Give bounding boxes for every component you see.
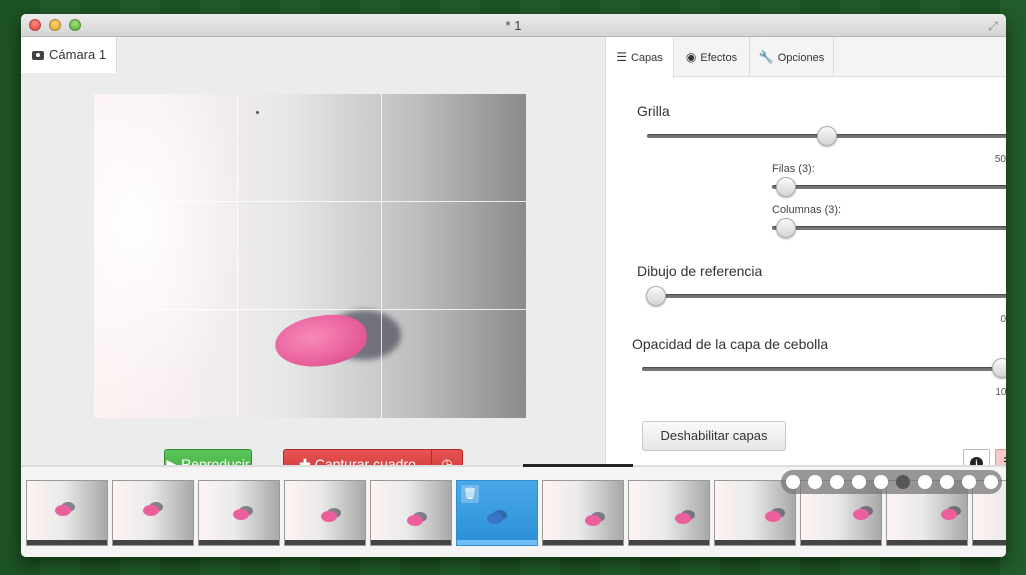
tab-camera-1[interactable]: Cámara 1 bbox=[21, 37, 117, 73]
rows-slider-thumb[interactable] bbox=[776, 177, 796, 197]
frame-pager bbox=[781, 470, 1002, 494]
frame-thumbnail[interactable] bbox=[628, 480, 710, 546]
pager-dot[interactable] bbox=[808, 475, 822, 489]
camera-icon bbox=[32, 51, 44, 60]
tab-layers[interactable]: ☰ Capas bbox=[606, 37, 674, 78]
layers-panel: ☰ Capas ◉ Efectos 🔧 Opciones Grilla 50 Fila… bbox=[605, 37, 1006, 475]
camera-tab-label: Cámara 1 bbox=[49, 47, 107, 62]
reference-slider[interactable] bbox=[647, 294, 1006, 298]
grid-line bbox=[381, 94, 382, 418]
frame-thumbnail[interactable] bbox=[112, 480, 194, 546]
reference-title: Dibujo de referencia bbox=[637, 263, 763, 279]
camera-preview[interactable] bbox=[94, 94, 526, 418]
eye-icon: ◉ bbox=[685, 50, 697, 64]
title-bar: * 1 ⤢ bbox=[21, 14, 1006, 37]
frame-thumbnail[interactable] bbox=[198, 480, 280, 546]
disable-layers-button[interactable]: Deshabilitar capas bbox=[642, 421, 786, 451]
tab-options[interactable]: 🔧 Opciones bbox=[750, 37, 834, 77]
pager-dot[interactable] bbox=[830, 475, 844, 489]
camera-area: Cámara 1 ▶ Reproducir ✚ Capturar cuadro … bbox=[21, 37, 605, 479]
panel-tabs: ☰ Capas ◉ Efectos 🔧 Opciones bbox=[606, 37, 1006, 78]
clay-ball bbox=[271, 309, 371, 373]
grid-slider-thumb[interactable] bbox=[817, 126, 837, 146]
wrench-icon: 🔧 bbox=[758, 50, 774, 64]
pager-dot[interactable] bbox=[984, 475, 998, 489]
columns-slider[interactable] bbox=[772, 226, 1006, 230]
pager-dot[interactable] bbox=[896, 475, 910, 489]
frame-thumbnail[interactable] bbox=[542, 480, 624, 546]
pager-dot[interactable] bbox=[962, 475, 976, 489]
rows-label: Filas (3): bbox=[772, 163, 815, 175]
columns-label: Columnas (3): bbox=[772, 204, 842, 216]
pager-dot[interactable] bbox=[940, 475, 954, 489]
pager-dot[interactable] bbox=[786, 475, 800, 489]
layers-icon: ☰ bbox=[616, 50, 627, 64]
onion-value: 100 bbox=[995, 387, 1006, 398]
grid-line bbox=[94, 309, 526, 310]
onion-slider-thumb[interactable] bbox=[992, 358, 1006, 378]
onion-title: Opacidad de la capa de cebolla bbox=[632, 336, 829, 352]
app-window: * 1 ⤢ Cámara 1 ▶ Reproducir ✚ Capturar c… bbox=[21, 14, 1006, 557]
grid-line bbox=[94, 201, 526, 202]
fullscreen-icon[interactable]: ⤢ bbox=[986, 19, 1000, 33]
reference-slider-thumb[interactable] bbox=[646, 286, 666, 306]
columns-slider-thumb[interactable] bbox=[776, 218, 796, 238]
reference-value: 0 bbox=[1000, 314, 1006, 325]
onion-slider[interactable] bbox=[642, 367, 1002, 371]
grid-line bbox=[237, 94, 238, 418]
frame-thumbnail[interactable] bbox=[284, 480, 366, 546]
grid-value: 50 bbox=[994, 154, 1006, 165]
pager-dot[interactable] bbox=[874, 475, 888, 489]
pager-dot[interactable] bbox=[852, 475, 866, 489]
frame-thumbnail[interactable]: 🗑 bbox=[456, 480, 538, 546]
pager-dot[interactable] bbox=[918, 475, 932, 489]
frame-thumbnail[interactable] bbox=[370, 480, 452, 546]
frame-thumbnail[interactable] bbox=[26, 480, 108, 546]
grid-title: Grilla bbox=[637, 103, 670, 119]
trash-icon[interactable]: 🗑 bbox=[461, 485, 479, 503]
window-title: * 1 bbox=[505, 18, 522, 33]
tab-effects[interactable]: ◉ Efectos bbox=[674, 37, 750, 77]
rows-slider[interactable] bbox=[772, 185, 1006, 189]
